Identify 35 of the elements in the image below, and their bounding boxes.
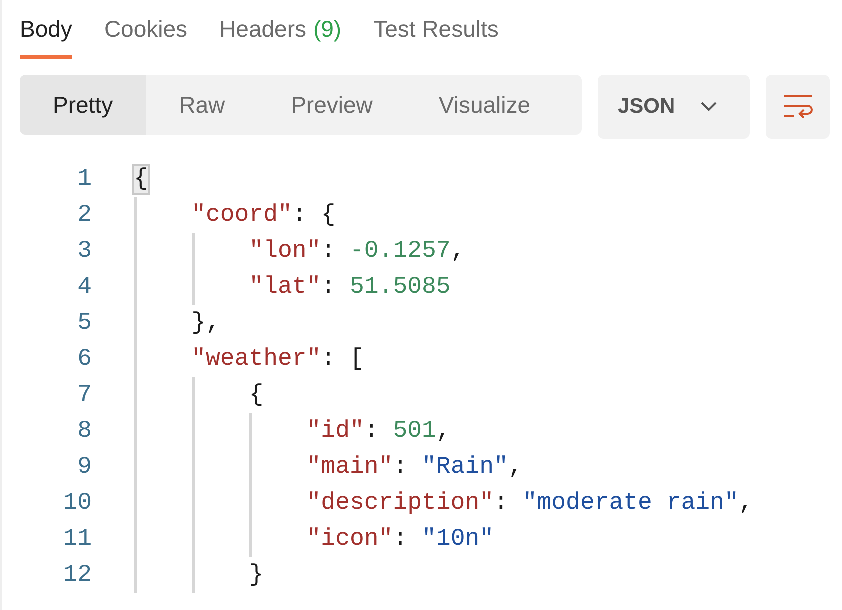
wrap-lines-button[interactable] xyxy=(766,75,830,139)
tab[interactable]: Headers (9) xyxy=(220,16,342,59)
code-line: { xyxy=(249,382,264,408)
code-line: "lat": 51.5085 xyxy=(249,274,451,300)
view-mode-option[interactable]: Raw xyxy=(146,75,258,135)
format-dropdown[interactable]: JSON xyxy=(598,75,750,139)
code-line: "icon": "10n" xyxy=(306,526,494,552)
code-line: "weather": [ xyxy=(192,346,364,372)
tab[interactable]: Test Results xyxy=(374,16,499,59)
line-number: 9 xyxy=(76,454,92,480)
view-mode-option[interactable]: Preview xyxy=(258,75,406,135)
code-line: "description": "moderate rain", xyxy=(306,490,754,516)
line-number: 12 xyxy=(62,562,92,588)
code-line: }, xyxy=(192,310,220,336)
line-number: 7 xyxy=(76,382,92,408)
line-number: 2 xyxy=(76,202,92,228)
tab[interactable]: Cookies xyxy=(104,16,188,59)
line-number: 3 xyxy=(76,238,92,264)
code-line: "main": "Rain", xyxy=(306,454,523,480)
code-line: "coord": { xyxy=(192,202,336,228)
wrap-lines-icon xyxy=(783,94,813,120)
view-mode-option[interactable]: Pretty xyxy=(20,75,146,135)
line-number: 10 xyxy=(62,490,92,516)
line-number: 5 xyxy=(76,310,92,336)
line-number: 6 xyxy=(76,346,92,372)
line-number: 4 xyxy=(76,274,92,300)
code-line: "id": 501, xyxy=(306,418,451,444)
line-number: 1 xyxy=(76,166,92,192)
view-mode-option[interactable]: Visualize xyxy=(406,75,564,135)
tab[interactable]: Body xyxy=(20,16,72,59)
code-line: } xyxy=(249,562,264,588)
line-number: 8 xyxy=(76,418,92,444)
chevron-down-icon xyxy=(701,102,718,112)
line-number: 11 xyxy=(62,526,92,552)
code-line: "lon": -0.1257, xyxy=(249,238,466,264)
